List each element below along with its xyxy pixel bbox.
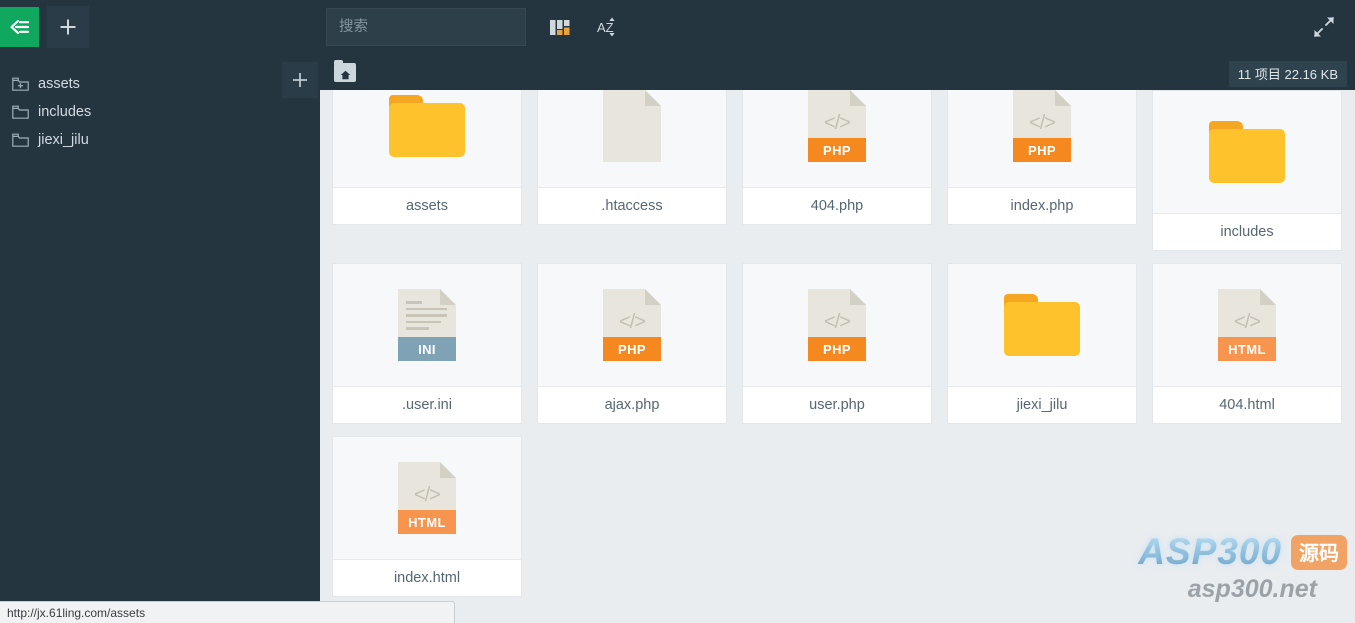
php-file-icon: </> PHP	[808, 90, 866, 162]
php-file-icon: </> PHP	[808, 289, 866, 361]
sidebar-item-label: assets	[38, 76, 80, 92]
file-card[interactable]: INI .user.ini	[332, 263, 522, 424]
file-name-label: 404.php	[743, 187, 931, 224]
item-count-badge: 11 项目 22.16 KB	[1228, 61, 1347, 87]
file-thumbnail: </> PHP	[743, 90, 931, 187]
file-card[interactable]: jiexi_jilu	[947, 263, 1137, 424]
svg-text:AZ: AZ	[597, 20, 614, 35]
plus-icon	[293, 73, 307, 87]
file-card[interactable]: </> PHP ajax.php	[537, 263, 727, 424]
file-name-label: includes	[1153, 213, 1341, 250]
back-arrow-icon	[9, 19, 29, 35]
file-card[interactable]: </> PHP 404.php	[742, 90, 932, 225]
status-url: http://jx.61ling.com/assets	[7, 605, 146, 620]
file-card[interactable]: .htaccess	[537, 90, 727, 225]
file-card[interactable]: includes	[1152, 90, 1342, 251]
sidebar-item-label: includes	[38, 104, 92, 120]
file-name-label: .htaccess	[538, 187, 726, 224]
file-thumbnail: </> PHP	[538, 264, 726, 386]
top-toolbar: AZ	[0, 0, 1355, 54]
file-card[interactable]: </> PHP index.php	[947, 90, 1137, 225]
file-name-label: .user.ini	[333, 386, 521, 423]
file-thumbnail	[948, 264, 1136, 386]
php-file-icon: </> PHP	[1013, 90, 1071, 162]
back-button[interactable]	[0, 7, 39, 47]
file-thumbnail: </> HTML	[333, 437, 521, 559]
folder-icon	[1209, 121, 1285, 183]
file-thumbnail: INI	[333, 264, 521, 386]
html-file-icon: </> HTML	[1218, 289, 1276, 361]
main-panel: 11 项目 22.16 KB assets .htaccess </> PHP 404.…	[320, 54, 1355, 623]
sidebar-add-button[interactable]	[282, 62, 318, 98]
sidebar-item-label: jiexi_jilu	[38, 132, 89, 148]
file-thumbnail	[538, 90, 726, 187]
columns-view-button[interactable]	[545, 12, 575, 42]
ini-file-icon: INI	[398, 289, 456, 361]
file-name-label: 404.html	[1153, 386, 1341, 423]
file-name-label: assets	[333, 187, 521, 224]
file-name-label: jiexi_jilu	[948, 386, 1136, 423]
file-name-label: index.html	[333, 559, 521, 596]
sidebar-item-assets[interactable]: assets	[0, 70, 320, 98]
file-thumbnail: </> HTML	[1153, 264, 1341, 386]
sidebar-item-jiexi_jilu[interactable]: jiexi_jilu	[0, 126, 320, 154]
file-thumbnail: </> PHP	[743, 264, 931, 386]
breadcrumb-bar: 11 项目 22.16 KB	[320, 54, 1355, 90]
sidebar: assets includes jiexi_jilu	[0, 54, 320, 623]
folder-icon	[12, 105, 29, 119]
file-thumbnail: </> PHP	[948, 90, 1136, 187]
folder-icon	[1004, 294, 1080, 356]
file-card[interactable]: </> HTML index.html	[332, 436, 522, 597]
sidebar-tree: assets includes jiexi_jilu	[0, 54, 320, 154]
file-thumbnail	[333, 90, 521, 187]
folder-icon	[12, 133, 29, 147]
folder-icon	[389, 95, 465, 157]
folder-plus-icon	[12, 77, 29, 91]
plus-icon	[60, 19, 76, 35]
file-name-label: ajax.php	[538, 386, 726, 423]
php-file-icon: </> PHP	[603, 289, 661, 361]
sort-az-icon: AZ	[597, 17, 615, 37]
fullscreen-button[interactable]	[1309, 12, 1339, 42]
sidebar-item-includes[interactable]: includes	[0, 98, 320, 126]
new-item-button[interactable]	[47, 6, 89, 48]
file-card[interactable]: assets	[332, 90, 522, 225]
status-bar: http://jx.61ling.com/assets	[0, 601, 455, 623]
sort-button[interactable]: AZ	[592, 12, 622, 42]
columns-icon	[550, 19, 570, 35]
file-name-label: user.php	[743, 386, 931, 423]
file-manager-window: AZ	[0, 0, 1355, 623]
file-thumbnail	[1153, 91, 1341, 213]
fullscreen-icon	[1314, 17, 1334, 37]
file-name-label: index.php	[948, 187, 1136, 224]
file-icon	[603, 90, 661, 162]
file-grid: assets .htaccess </> PHP 404.php </> PHP index.…	[320, 90, 1355, 623]
home-icon	[340, 70, 350, 79]
file-card[interactable]: </> PHP user.php	[742, 263, 932, 424]
search-input[interactable]	[326, 8, 526, 46]
breadcrumb-home-icon[interactable]	[334, 59, 356, 82]
html-file-icon: </> HTML	[398, 462, 456, 534]
file-card[interactable]: </> HTML 404.html	[1152, 263, 1342, 424]
